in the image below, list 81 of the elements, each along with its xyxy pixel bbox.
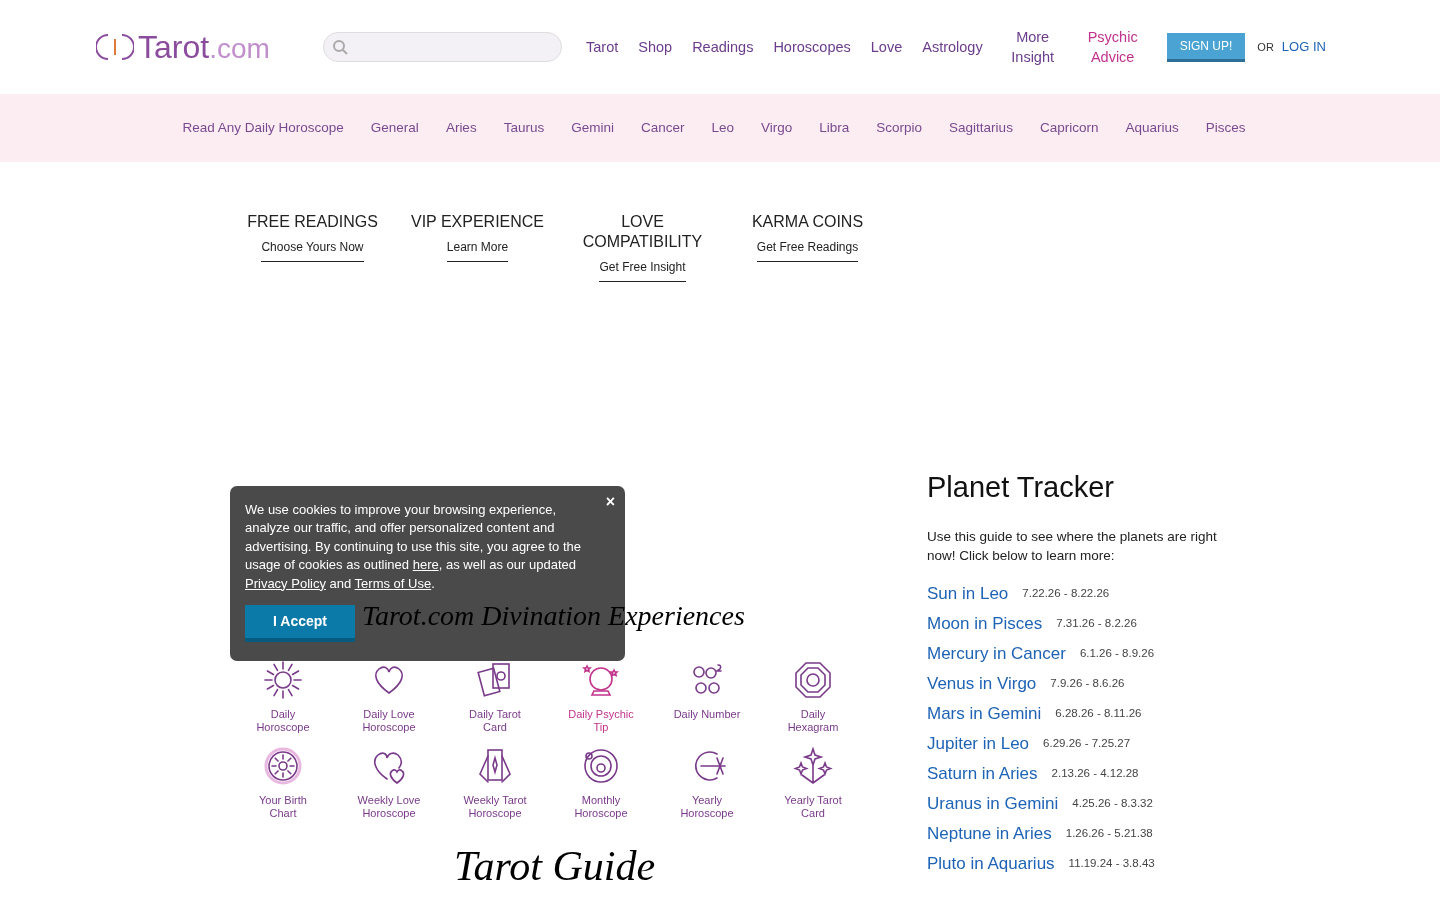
planet-link[interactable]: Mercury in Cancer [927,641,1066,667]
logo[interactable]: Tarot.com [96,31,308,63]
planet-link[interactable]: Jupiter in Leo [927,731,1030,757]
planet-dates: 11.19.24 - 3.8.43 [1068,856,1155,872]
subnav-link[interactable]: Leo [711,117,734,139]
planet-dates: 6.29.26 - 7.25.27 [1043,736,1131,752]
orbit-icon [581,746,621,786]
planet-tracker-title: Planet Tracker [927,470,1115,505]
subnav-link[interactable]: Capricorn [1039,117,1099,139]
promo-title: VIP EXPERIENCE [410,212,545,232]
promo-link[interactable]: Choose Yours Now [261,238,364,262]
search-field[interactable] [323,32,562,62]
experience-link[interactable]: Daily Psychic Tip [548,660,654,734]
experience-link[interactable]: Yearly Horoscope [654,746,760,820]
sun-icon [263,660,303,700]
subnav-link[interactable]: Virgo [761,117,793,139]
planet-tracker-intro: Use this guide to see where the planets are right now! Click below to learn more: [927,528,1217,565]
promo-title: KARMA COINS [751,212,864,232]
experience-link[interactable]: Your Birth Chart [230,746,336,820]
here-link[interactable]: here [412,557,439,573]
promo-title: FREE READINGS [247,212,378,232]
planet-dates: 4.25.26 - 8.3.32 [1072,796,1153,812]
promo-link[interactable]: Learn More [446,238,509,262]
cookie-notice: We use cookies to improve your browsing experience, analyze our traffic, and offer personalized content and advertising. By continuing to use this site, you agree to the usage of cookies as outlined here, as well as our updated Privacy Policy and Terms of Use. [245,501,583,593]
experience-link[interactable]: Weekly Tarot Horoscope [442,746,548,820]
experience-link[interactable]: Daily Horoscope [230,660,336,734]
experience-link[interactable]: Daily Love Horoscope [336,660,442,734]
subnav-link[interactable]: Scorpio [876,117,923,139]
subnav-link[interactable]: Aquarius [1125,117,1179,139]
planet-link[interactable]: Pluto in Aquarius [927,851,1055,877]
planet-dates: 6.28.26 - 8.11.26 [1055,706,1142,722]
nav-link[interactable]: Readings [692,37,754,57]
search-icon [332,39,348,55]
planet-dates: 6.1.26 - 8.9.26 [1079,646,1155,662]
subnav-link[interactable]: Read Any Daily Horoscope [182,117,344,139]
subnav-link[interactable]: Taurus [503,117,545,139]
nav-link[interactable]: More Insight [1002,27,1063,67]
nav-link[interactable]: Love [870,37,903,57]
experience-link[interactable]: Monthly Horoscope [548,746,654,820]
promo-title: LOVE COMPATIBILITY [581,212,704,252]
planet-dates: 7.22.26 - 8.22.26 [1022,586,1110,602]
moon-logo-icon [96,31,134,63]
promo-link[interactable]: Get Free Insight [599,258,686,282]
subnav-link[interactable]: Cancer [640,117,685,139]
subnav-link[interactable]: Aries [445,117,477,139]
sparkles-icon [793,746,833,786]
subnav-link[interactable]: Pisces [1205,117,1246,139]
planet-link[interactable]: Venus in Virgo [927,671,1037,697]
subnav-link[interactable]: Sagittarius [949,117,1013,139]
privacy-policy-link[interactable]: Privacy Policy [245,575,326,591]
planet-link[interactable]: Uranus in Gemini [927,791,1059,817]
accept-button[interactable]: I Accept [245,605,355,643]
planet-link[interactable]: Sun in Leo [927,581,1009,607]
nav-link[interactable]: Shop [638,37,673,57]
wheel-icon [263,746,303,786]
octagon-icon [793,660,833,700]
experience-link[interactable]: Weekly Love Horoscope [336,746,442,820]
nav-link[interactable]: Tarot [586,37,619,57]
planet-link[interactable]: Mars in Gemini [927,701,1042,727]
planet-dates: 7.9.26 - 8.6.26 [1050,676,1125,692]
section-heading: Tarot Guide [454,844,656,888]
planet-link[interactable]: Moon in Pisces [927,611,1043,637]
planet-dates: 1.26.26 - 5.21.38 [1065,826,1153,842]
nav-link[interactable]: Horoscopes [773,37,851,57]
experience-link[interactable]: Daily Hexagram [760,660,866,734]
planet-link[interactable]: Neptune in Aries [927,821,1052,847]
planet-dates: 2.13.26 - 4.12.28 [1051,766,1139,782]
subnav-link[interactable]: General [370,117,419,139]
promo-link[interactable]: Get Free Readings [756,238,859,262]
experience-link[interactable]: Daily Number [654,660,760,734]
planet-link[interactable]: Saturn in Aries [927,761,1038,787]
planet-dates: 7.31.26 - 8.2.26 [1056,616,1137,632]
log-in-link[interactable]: LOG IN [1281,37,1326,57]
nav-link[interactable]: Astrology [922,37,983,57]
close-button[interactable]: × [605,494,615,510]
or-text: OR [1257,39,1274,55]
experience-link[interactable]: Daily Tarot Card [442,660,548,734]
subnav-link[interactable]: Libra [819,117,850,139]
experience-link[interactable]: Yearly Tarot Card [760,746,866,820]
nav-link[interactable]: Psychic Advice [1082,27,1143,67]
subnav-link[interactable]: Gemini [571,117,614,139]
